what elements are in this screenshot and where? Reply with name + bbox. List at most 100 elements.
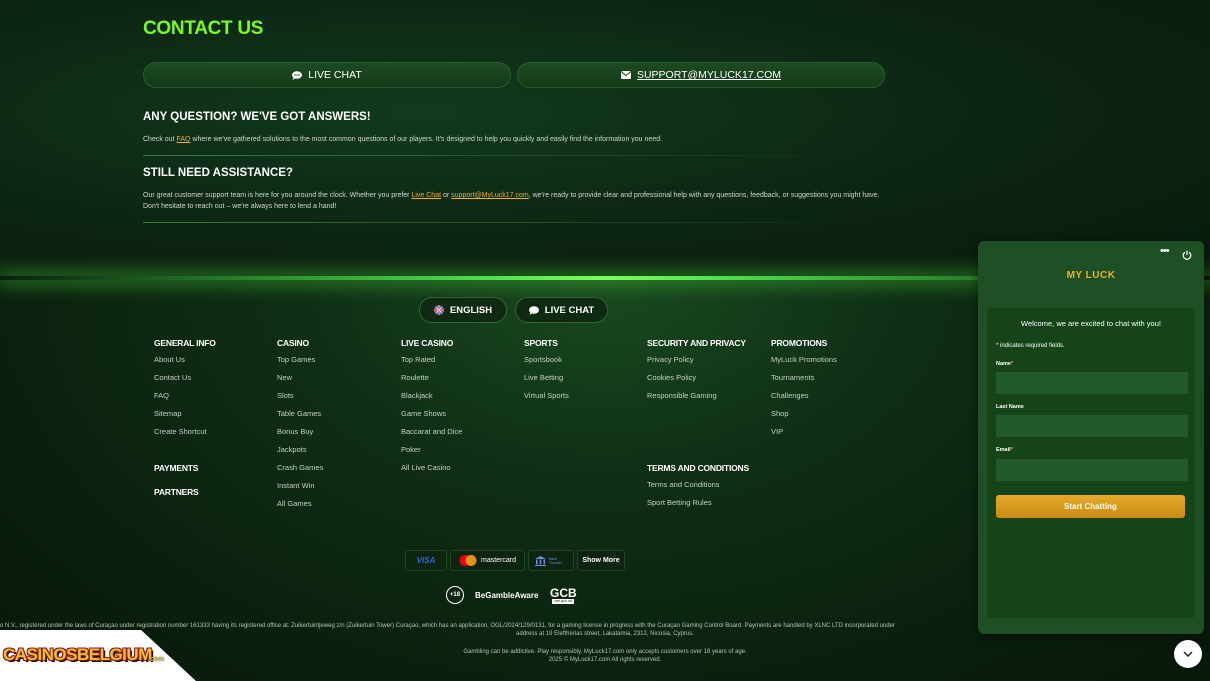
assist-text: Our great customer support team is here … bbox=[143, 190, 888, 212]
faq-text-part: where we've gathered solutions to the mo… bbox=[190, 136, 663, 143]
footer-link[interactable]: Crash Games bbox=[277, 463, 323, 481]
footer-col-sports: SPORTS Sportsbook Live Betting Virtual S… bbox=[524, 338, 569, 409]
footer-link[interactable]: Top Rated bbox=[401, 355, 462, 373]
footer-heading: SECURITY AND PRIVACY bbox=[647, 338, 746, 348]
footer-link[interactable]: Challenges bbox=[771, 391, 837, 409]
name-input[interactable] bbox=[996, 372, 1188, 394]
footer-link[interactable]: New bbox=[277, 373, 323, 391]
name-label: Name* bbox=[996, 361, 1013, 367]
mastercard-label: mastercard bbox=[480, 557, 516, 564]
visa-logo: VISA bbox=[405, 550, 447, 571]
footer-heading: LIVE CASINO bbox=[401, 338, 454, 348]
footer-link[interactable]: VIP bbox=[771, 427, 837, 445]
footer-link[interactable]: Sitemap bbox=[154, 409, 216, 427]
footer-link[interactable]: Slots bbox=[277, 391, 323, 409]
bank-transfer-logo: Bank Transfer bbox=[528, 550, 574, 571]
show-more-button[interactable]: Show More bbox=[577, 550, 625, 571]
language-selector[interactable]: ENGLISH bbox=[419, 297, 507, 323]
footer-link[interactable]: Jackpots bbox=[277, 445, 323, 463]
footer-link[interactable]: Blackjack bbox=[401, 391, 462, 409]
footer-link[interactable]: FAQ bbox=[154, 391, 216, 409]
divider bbox=[143, 222, 873, 223]
lastname-input[interactable] bbox=[996, 415, 1188, 437]
footer-col-security: SECURITY AND PRIVACY Privacy Policy Cook… bbox=[647, 338, 746, 409]
footer-heading-partners[interactable]: PARTNERS bbox=[154, 487, 199, 497]
casinosbelgium-watermark-suffix: .com bbox=[148, 656, 165, 663]
name-label-text: Name bbox=[996, 361, 1011, 367]
footer-link[interactable]: Tournaments bbox=[771, 373, 837, 391]
assist-heading: STILL NEED ASSISTANCE? bbox=[143, 167, 293, 179]
required-asterisk: * bbox=[1010, 447, 1013, 453]
gcb-sub-label: cert.gcb.cw bbox=[552, 599, 575, 604]
footer-link[interactable]: Shop bbox=[771, 409, 837, 427]
footer-link[interactable]: Live Betting bbox=[524, 373, 569, 391]
gcb-label: GCB bbox=[550, 586, 577, 600]
email-label: Email* bbox=[996, 447, 1013, 453]
footer-link[interactable]: Poker bbox=[401, 445, 462, 463]
email-input[interactable] bbox=[996, 459, 1188, 481]
age-badge: +18 bbox=[446, 586, 464, 604]
page-title: CONTACT US bbox=[143, 18, 264, 39]
live-chat-button[interactable]: LIVE CHAT bbox=[143, 62, 511, 88]
required-note: * indicates required fields. bbox=[996, 343, 1065, 349]
footer-link[interactable]: About Us bbox=[154, 355, 216, 373]
gcb-seal: GCB cert.gcb.cw bbox=[548, 586, 579, 605]
footer-link[interactable]: Baccarat and Dice bbox=[401, 427, 462, 445]
chat-brand-logo: MY LUCK bbox=[1066, 270, 1116, 281]
scroll-toggle-button[interactable] bbox=[1174, 640, 1202, 668]
chat-bubble-icon bbox=[292, 70, 303, 80]
footer-link[interactable]: Table Games bbox=[277, 409, 323, 427]
start-chatting-button[interactable]: Start Chatting bbox=[996, 495, 1185, 518]
footer-link[interactable]: Instant Win bbox=[277, 481, 323, 499]
footer-col-casino: CASINO Top Games New Slots Table Games B… bbox=[277, 338, 323, 517]
footer-link[interactable]: Responsible Gaming bbox=[647, 391, 746, 409]
faq-text-part: Check out bbox=[143, 136, 177, 143]
lastname-label: Last Name bbox=[996, 404, 1024, 410]
chevron-down-icon bbox=[1183, 651, 1193, 657]
footer-link[interactable]: Roulette bbox=[401, 373, 462, 391]
footer-link[interactable]: Game Shows bbox=[401, 409, 462, 427]
bank-icon bbox=[535, 555, 546, 566]
footer-col-terms: TERMS AND CONDITIONS Terms and Condition… bbox=[647, 463, 749, 516]
more-horizontal-icon[interactable]: ••• bbox=[1160, 245, 1170, 257]
assist-text-part: Our great customer support team is here … bbox=[143, 192, 412, 199]
email-label-text: Email bbox=[996, 447, 1011, 453]
footer-link[interactable]: Terms and Conditions bbox=[647, 480, 749, 498]
contact-section: CONTACT US LIVE CHAT SUPPORT@MYLUCK17.CO… bbox=[0, 0, 1210, 280]
email-label: SUPPORT@MYLUCK17.COM bbox=[636, 69, 782, 81]
envelope-icon bbox=[620, 71, 631, 79]
footer-heading-payments[interactable]: PAYMENTS bbox=[154, 463, 198, 473]
footer-link[interactable]: Privacy Policy bbox=[647, 355, 746, 373]
footer-link[interactable]: All Live Casino bbox=[401, 463, 462, 481]
footer-link[interactable]: Create Shortcut bbox=[154, 427, 216, 445]
begambleaware-logo: BeGambleAware bbox=[475, 591, 539, 600]
legal-text-line: 2025 © MyLuck17.com All rights reserved. bbox=[548, 657, 662, 663]
mastercard-circles-icon bbox=[459, 555, 477, 566]
footer-heading: TERMS AND CONDITIONS bbox=[647, 463, 749, 473]
footer-link[interactable]: All Games bbox=[277, 499, 323, 517]
footer-heading: SPORTS bbox=[524, 338, 558, 348]
footer-link[interactable]: Virtual Sports bbox=[524, 391, 569, 409]
language-label: ENGLISH bbox=[449, 304, 493, 316]
footer-link[interactable]: Cookies Policy bbox=[647, 373, 746, 391]
power-icon[interactable] bbox=[1182, 247, 1192, 265]
footer-link[interactable]: Sportsbook bbox=[524, 355, 569, 373]
email-support-button[interactable]: SUPPORT@MYLUCK17.COM bbox=[517, 62, 885, 88]
footer-live-chat-button[interactable]: LIVE CHAT bbox=[515, 297, 608, 323]
support-email-link[interactable]: support@MyLuck17.com bbox=[451, 192, 529, 199]
casinosbelgium-watermark: CASINOSBELGIUM bbox=[3, 645, 152, 664]
chat-form: Welcome, we are excited to chat with you… bbox=[987, 308, 1195, 618]
footer-link[interactable]: Top Games bbox=[277, 355, 323, 373]
live-chat-link[interactable]: Live Chat bbox=[411, 192, 441, 199]
faq-link[interactable]: FAQ bbox=[176, 136, 190, 143]
footer-col-promotions: PROMOTIONS MyLuck Promotions Tournaments… bbox=[771, 338, 837, 445]
faq-heading: ANY QUESTION? WE'VE GOT ANSWERS! bbox=[143, 111, 371, 123]
footer-link[interactable]: MyLuck Promotions bbox=[771, 355, 837, 373]
chat-widget: ••• MY LUCK Welcome, we are excited to c… bbox=[978, 241, 1204, 634]
footer-link[interactable]: Bonus Buy bbox=[277, 427, 323, 445]
age-18-icon: +18 bbox=[446, 586, 464, 604]
footer-col-live-casino: LIVE CASINO Top Rated Roulette Blackjack… bbox=[401, 338, 462, 481]
footer-link[interactable]: Contact Us bbox=[154, 373, 216, 391]
footer-link[interactable]: Sport Betting Rules bbox=[647, 498, 749, 516]
chat-bubble-icon bbox=[528, 305, 539, 315]
